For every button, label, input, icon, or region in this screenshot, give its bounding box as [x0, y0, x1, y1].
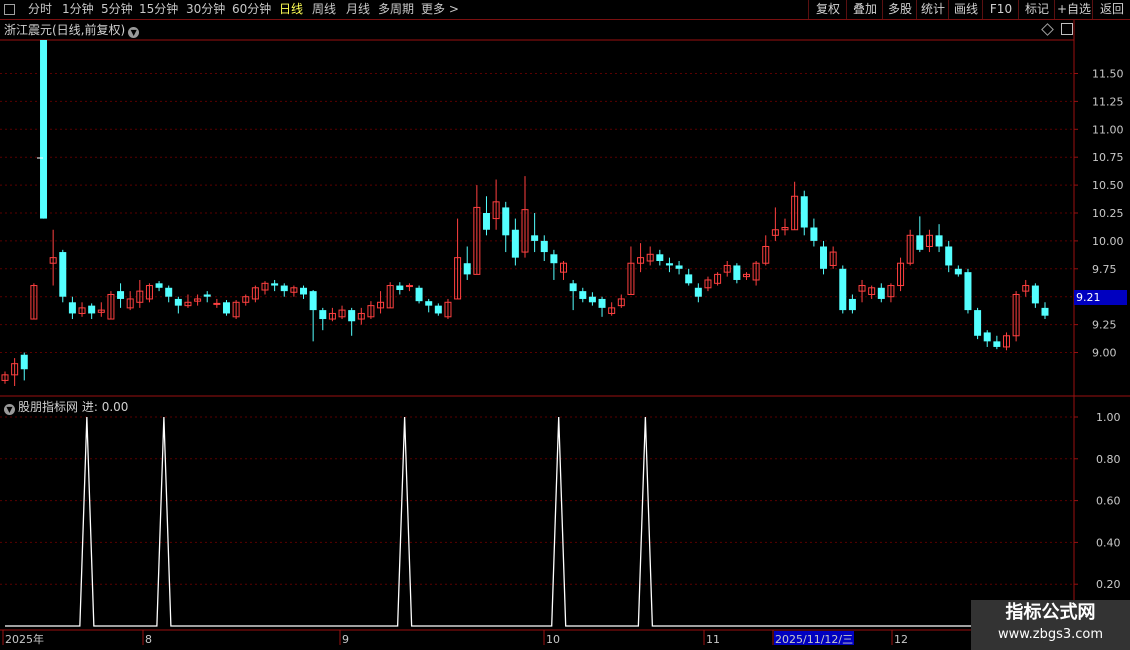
candle-body-down [222, 302, 230, 314]
candle-body-down [675, 265, 683, 269]
candle-body-down [203, 294, 211, 297]
price-tick-label: 9.00 [1092, 347, 1117, 360]
candle-body-down [685, 274, 693, 284]
candle-body-down [964, 272, 972, 311]
watermark-title: 指标公式网 [1005, 602, 1096, 623]
chart-canvas[interactable]: 11.50 11.25 11.00 10.75 10.50 10.25 10.00 9.75 9… [0, 0, 1130, 650]
candle-body-down [271, 283, 279, 286]
candle-body-down [694, 287, 702, 297]
candle-body-down [588, 296, 596, 303]
price-tick-label: 10.00 [1092, 235, 1124, 248]
candle-body-down [983, 332, 991, 342]
current-price-tag: 9.21 [1074, 290, 1127, 305]
candle-body-down [665, 263, 673, 266]
watermark-url: www.zbgs3.com [997, 627, 1104, 642]
candle-body-down [733, 265, 741, 280]
candle-body-down [935, 235, 943, 247]
candle-body-down [40, 40, 48, 219]
x-axis-label: 2025年 [5, 632, 44, 646]
candle-body-down [434, 305, 442, 314]
indicator-tick-label: 1.00 [1096, 411, 1121, 424]
candle-body-down [540, 240, 548, 253]
candle-body-down [20, 354, 28, 370]
candle-body-down [174, 298, 182, 306]
candle-body-down [820, 246, 828, 269]
watermark-logo: 指标公式网 www.zbgs3.com [971, 600, 1130, 650]
candle-body-down [165, 287, 173, 297]
candle-body-up [213, 302, 221, 305]
candle-body-down [59, 252, 67, 297]
candle-body-down [117, 291, 125, 299]
price-tick-label: 10.25 [1092, 207, 1124, 220]
price-tick-label: 11.50 [1092, 67, 1124, 80]
candle-body-down [425, 301, 433, 306]
candle-body-down [482, 213, 490, 230]
candle-body-down [945, 246, 953, 266]
price-tick-label: 10.50 [1092, 179, 1124, 192]
price-tick-label: 11.00 [1092, 123, 1124, 136]
candle-body-down [155, 283, 163, 288]
indicator-tick-label: 0.20 [1096, 578, 1121, 591]
candle-body-down [511, 229, 519, 258]
candle-body-down [502, 207, 510, 236]
x-axis-label: 2025/11/12/三 [775, 633, 853, 646]
x-axis-label: 9 [342, 633, 349, 646]
x-axis-label: 10 [546, 633, 560, 646]
x-axis-label: 8 [145, 633, 152, 646]
candle-body-down [993, 341, 1001, 347]
candle-body-down [280, 285, 288, 292]
candle-body-down [68, 302, 76, 314]
candle-body-down [916, 235, 924, 250]
candle-body-down [309, 291, 317, 311]
price-tick-label: 11.25 [1092, 95, 1124, 108]
candle-body-down [300, 287, 308, 295]
candle-body-down [800, 196, 808, 228]
candle-body-down [954, 268, 962, 275]
x-axis-label: 11 [706, 633, 720, 646]
candle-body-down [463, 263, 471, 275]
candle-body-down [396, 285, 404, 291]
price-tick-label: 9.25 [1092, 319, 1117, 332]
candle-body-down [550, 254, 558, 264]
candle-body-down [810, 227, 818, 241]
candle-body-down [319, 310, 327, 320]
candle-body-down [88, 305, 96, 314]
candle-body-down [877, 287, 885, 299]
candle-body-down [1041, 307, 1049, 316]
x-axis-label: 12 [894, 633, 908, 646]
candle-body-down [839, 268, 847, 311]
candle-body-down [1031, 285, 1039, 304]
candle-body-down [348, 310, 356, 322]
candle-body-down [569, 283, 577, 292]
candle-body-down [598, 298, 606, 308]
candle-body-down [656, 254, 664, 261]
indicator-tick-label: 0.40 [1096, 536, 1121, 549]
indicator-tick-label: 0.80 [1096, 453, 1121, 466]
candle-body-down [531, 235, 539, 241]
indicator-line [5, 416, 1074, 627]
price-tick-label: 9.75 [1092, 263, 1117, 276]
candle-body-down [415, 287, 423, 302]
candle-body-down [579, 291, 587, 299]
candle-body-up [405, 285, 413, 288]
candle-body-down [848, 298, 856, 311]
candle-body-down [974, 310, 982, 336]
price-tick-label: 10.75 [1092, 151, 1124, 164]
indicator-tick-label: 0.60 [1096, 495, 1121, 508]
